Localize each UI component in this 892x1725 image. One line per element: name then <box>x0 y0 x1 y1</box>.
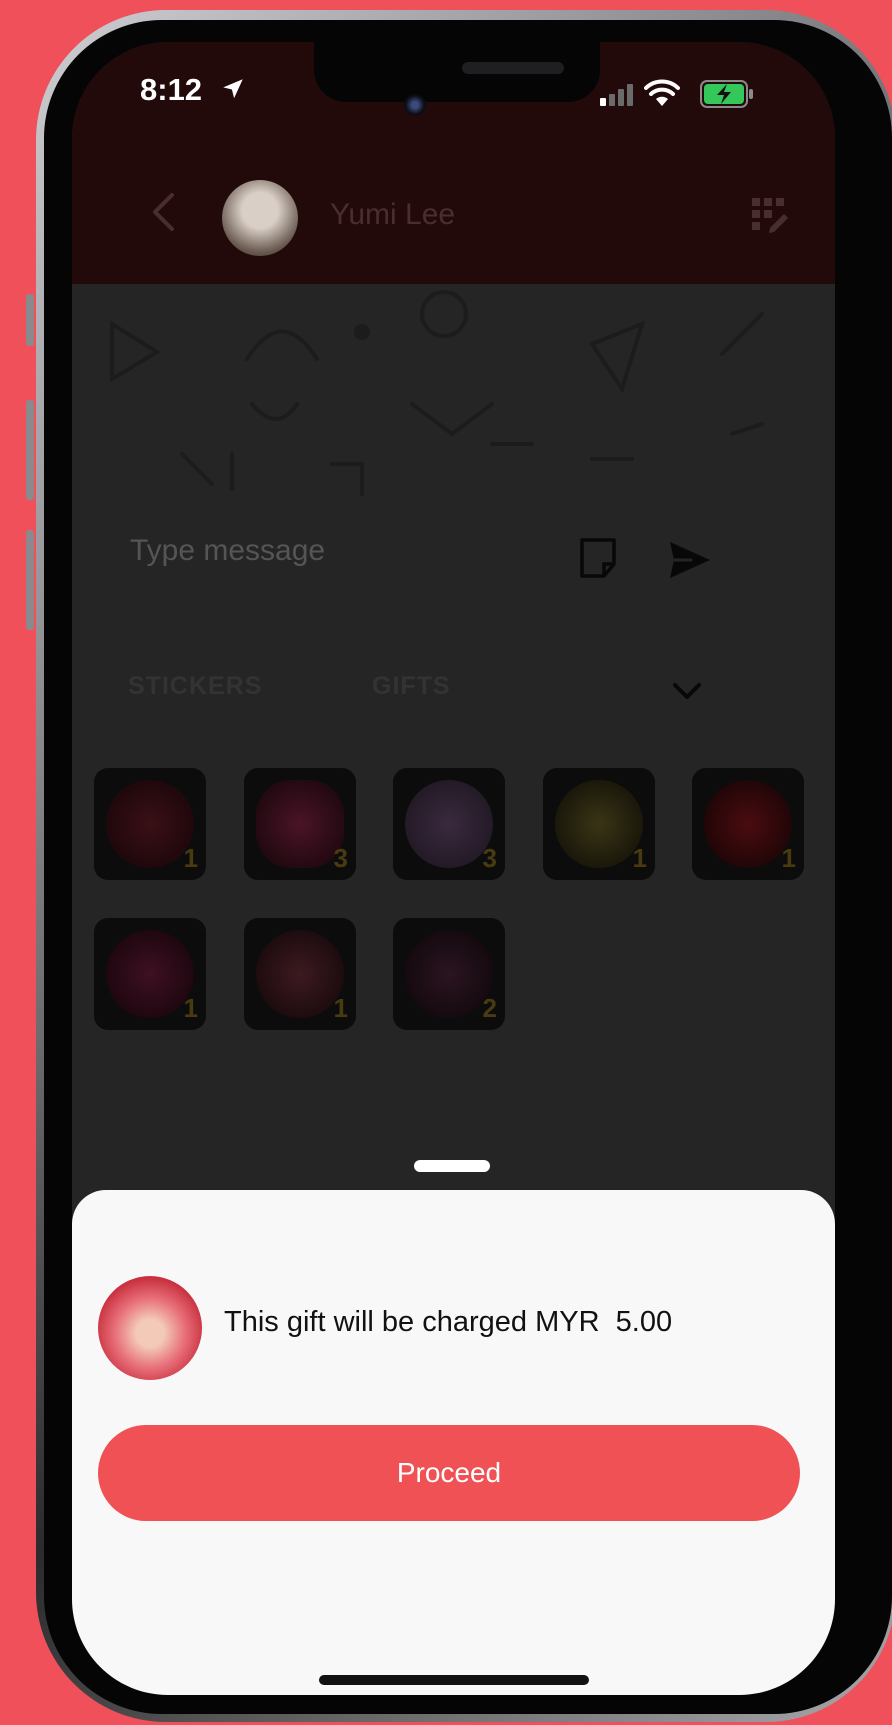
selected-gift-image <box>98 1276 202 1380</box>
home-indicator[interactable] <box>319 1675 589 1685</box>
cellular-signal-icon <box>600 84 633 106</box>
gift-count: 1 <box>183 843 198 873</box>
gift-item[interactable]: 1 <box>94 768 206 880</box>
gift-count: 3 <box>333 843 348 873</box>
menu-grid-icon[interactable] <box>752 198 788 234</box>
gift-item[interactable]: 1 <box>543 768 655 880</box>
gift-count: 3 <box>482 843 497 873</box>
gift-count: 2 <box>482 993 497 1023</box>
gift-item[interactable]: 1 <box>692 768 804 880</box>
gift-count: 1 <box>333 993 348 1023</box>
volume-down-button <box>26 530 34 630</box>
tab-bar: STICKERS GIFTS <box>72 672 835 732</box>
status-time: 8:12 <box>140 72 203 107</box>
proceed-button[interactable]: Proceed <box>98 1425 800 1521</box>
message-input[interactable]: Type message <box>130 534 325 568</box>
tab-stickers[interactable]: STICKERS <box>128 672 262 701</box>
mute-switch <box>26 294 34 346</box>
sticker-note-icon[interactable] <box>576 536 620 580</box>
phone-screen: 8:12 Yumi Lee Type message STICKERS GIFT… <box>72 42 835 1695</box>
location-arrow-icon <box>223 79 243 99</box>
chat-header: Yumi Lee <box>72 142 835 284</box>
gift-image <box>106 780 194 868</box>
gift-item[interactable]: 3 <box>393 768 505 880</box>
contact-name[interactable]: Yumi Lee <box>330 198 455 232</box>
gift-item[interactable]: 1 <box>94 918 206 1030</box>
confirm-gift-sheet: This gift will be charged MYR 5.00 Proce… <box>72 1190 835 1695</box>
charge-message: This gift will be charged MYR 5.00 <box>224 1306 673 1338</box>
gift-item[interactable]: 2 <box>393 918 505 1030</box>
gift-count: 1 <box>183 993 198 1023</box>
wifi-icon <box>644 79 680 106</box>
sheet-drag-handle[interactable] <box>414 1160 490 1172</box>
gift-image <box>405 930 493 1018</box>
gift-image <box>256 930 344 1018</box>
gift-image <box>704 780 792 868</box>
back-arrow-icon[interactable] <box>150 192 176 232</box>
speaker-grille <box>462 62 564 74</box>
gift-count: 1 <box>781 843 796 873</box>
volume-up-button <box>26 400 34 500</box>
gift-image <box>256 780 344 868</box>
gift-item[interactable]: 3 <box>244 768 356 880</box>
battery-charging-icon <box>700 80 753 108</box>
tab-gifts[interactable]: GIFTS <box>372 672 451 701</box>
gift-item[interactable]: 1 <box>244 918 356 1030</box>
chevron-down-icon[interactable] <box>672 682 702 702</box>
gift-image <box>555 780 643 868</box>
contact-avatar[interactable] <box>222 180 298 256</box>
gift-image <box>106 930 194 1018</box>
gift-image <box>405 780 493 868</box>
gift-count: 1 <box>632 843 647 873</box>
front-camera <box>404 94 426 116</box>
chat-background-pattern <box>110 290 764 496</box>
send-icon[interactable] <box>668 540 712 580</box>
